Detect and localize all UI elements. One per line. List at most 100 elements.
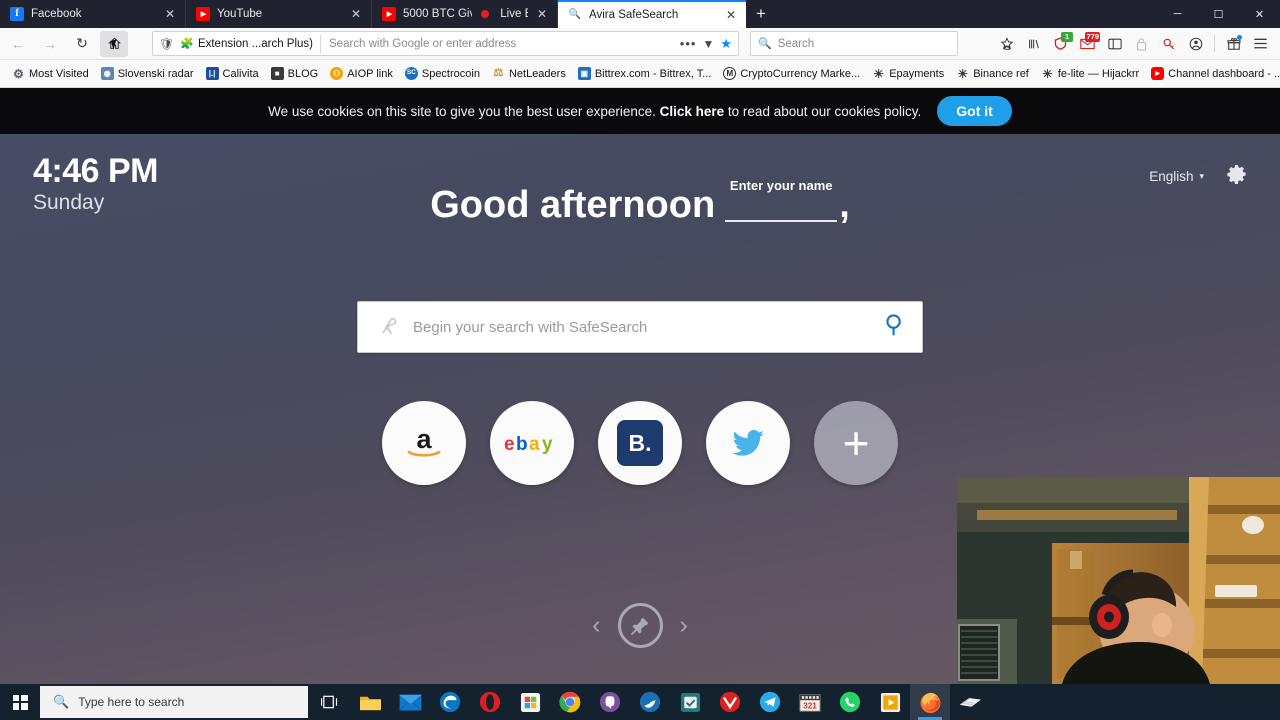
tab-facebook[interactable]: f Facebook ✕ [0, 0, 186, 28]
bookmark-bittrex[interactable]: ▣ Bittrex.com - Bittrex, T... [572, 63, 718, 85]
svg-text:e: e [504, 434, 515, 455]
home-button[interactable] [100, 30, 128, 57]
taskbar-app-calendar[interactable] [670, 684, 710, 720]
taskbar-app-calendar-321[interactable]: 321 [790, 684, 830, 720]
bookmark-aiop-link[interactable]: ⚇ AIOP link [324, 63, 399, 85]
bookmark-label: NetLeaders [508, 67, 566, 80]
avira-password-icon[interactable] [1155, 31, 1182, 57]
reload-button[interactable]: ↻ [68, 31, 96, 57]
taskbar-search-input[interactable]: Type here to search [78, 695, 184, 709]
taskbar-app-telegram[interactable] [750, 684, 790, 720]
gift-icon[interactable] [1220, 31, 1247, 57]
avira-shield-icon[interactable]: 1 [1047, 31, 1074, 57]
search-icon: 🔍 [758, 38, 772, 50]
bookmark-fe-lite-hijackrr[interactable]: ☀ fe-lite — Hijackrr [1035, 63, 1145, 85]
library-icon[interactable] [1020, 31, 1047, 57]
svg-text:y: y [542, 434, 553, 455]
tile-ebay[interactable]: e b a y [490, 401, 574, 485]
cookie-text-after: to read about our cookies policy. [724, 103, 922, 119]
mail-notifier-icon[interactable]: 779 [1074, 31, 1101, 57]
taskbar-app-skype[interactable] [630, 684, 670, 720]
svg-text:321: 321 [803, 701, 817, 710]
telegram-icon [759, 691, 781, 713]
pin-button[interactable] [617, 603, 663, 648]
save-to-pocket-icon[interactable] [993, 31, 1020, 57]
account-icon[interactable] [1182, 31, 1209, 57]
taskbar-app-viber[interactable] [590, 684, 630, 720]
sidebar-icon[interactable] [1101, 31, 1128, 57]
webcam-video [957, 477, 1280, 684]
minimize-button[interactable]: ─ [1157, 0, 1198, 28]
taskbar-app-file-explorer[interactable] [350, 684, 390, 720]
taskbar-app-microsoft-store[interactable] [510, 684, 550, 720]
taskbar-app-firefox[interactable] [910, 684, 950, 720]
bookmark-binance-ref[interactable]: ☀ Binance ref [950, 63, 1035, 85]
star-icon: ⚙ [13, 66, 24, 81]
bookmark-calivita[interactable]: |.| Calivita [200, 63, 265, 85]
bookmark-star-icon[interactable]: ★ [720, 36, 732, 52]
tile-amazon[interactable]: a [382, 401, 466, 485]
tab-strip: f Facebook ✕ YouTube ✕ 5000 BTC Giveaway… [0, 0, 1280, 28]
bookmark-spectrocoin[interactable]: SC Spectrocoin [399, 63, 486, 85]
lock-icon[interactable] [1128, 31, 1155, 57]
language-label: English [1149, 169, 1194, 184]
taskbar-app-edge[interactable] [430, 684, 470, 720]
file-explorer-icon [359, 696, 381, 710]
tab-youtube[interactable]: YouTube ✕ [186, 0, 372, 28]
safesearch-input[interactable]: Begin your search with SafeSearch [413, 319, 883, 336]
menu-icon[interactable] [1247, 31, 1274, 57]
taskbar-app-mail[interactable] [390, 684, 430, 720]
carousel-prev-button[interactable]: ‹ [592, 613, 600, 638]
bookmark-epayments[interactable]: ☀ Epayments [866, 63, 950, 85]
taskbar-app-media-player[interactable] [870, 684, 910, 720]
bookmark-blog[interactable]: ■ BLOG [265, 63, 325, 85]
maximize-button[interactable]: ☐ [1198, 0, 1239, 28]
extension-chip[interactable]: 🧩 Extension ...arch Plus) [180, 34, 321, 53]
toolbar-search[interactable]: 🔍 Search [750, 31, 958, 56]
forward-button[interactable]: → [36, 31, 64, 57]
close-icon[interactable]: ✕ [724, 8, 738, 22]
page-actions-icon[interactable]: ••• [680, 36, 697, 51]
cookie-policy-link[interactable]: Click here [660, 104, 725, 119]
taskbar-app-opera[interactable] [470, 684, 510, 720]
taskbar-search[interactable]: 🔍 Type here to search [40, 686, 308, 718]
task-view-button[interactable] [308, 684, 350, 720]
taskbar-app-book-reader[interactable] [950, 684, 990, 720]
bookmark-channel-dashboard[interactable]: ▶ Channel dashboard - ... [1145, 63, 1280, 85]
new-tab-button[interactable]: + [746, 0, 776, 28]
tile-twitter[interactable] [706, 401, 790, 485]
back-button[interactable]: ← [4, 31, 32, 57]
page-content: We use cookies on this site to give you … [0, 88, 1280, 684]
address-input[interactable]: Search with Google or enter address [327, 38, 674, 50]
search-input[interactable]: Search [778, 38, 814, 50]
start-button[interactable] [0, 684, 40, 720]
bookmark-slovenski-radar[interactable]: ◉ Slovenski radar [95, 63, 200, 85]
tab-avira-safesearch[interactable]: 🔍 Avira SafeSearch ✕ [558, 0, 746, 28]
address-bar[interactable]: 🛡 🧩 Extension ...arch Plus) Search with … [152, 31, 739, 56]
close-icon[interactable]: ✕ [535, 7, 549, 21]
got-it-button[interactable]: Got it [937, 96, 1012, 126]
pocket-icon[interactable]: ▼ [702, 37, 714, 51]
language-selector[interactable]: English ▾ [1149, 169, 1204, 184]
close-icon[interactable]: ✕ [349, 7, 363, 21]
shield-icon[interactable]: 🛡 [159, 37, 174, 51]
close-icon[interactable]: ✕ [163, 7, 177, 21]
carousel-next-button[interactable]: › [680, 613, 688, 638]
avira-icon: 🔍 [568, 9, 582, 20]
bookmark-cryptocurrency-market[interactable]: M CryptoCurrency Marke... [717, 63, 866, 85]
safesearch-box[interactable]: Begin your search with SafeSearch [357, 301, 923, 353]
taskbar-app-chrome[interactable] [550, 684, 590, 720]
tile-booking[interactable]: B. [598, 401, 682, 485]
bookmark-netleaders[interactable]: ⚖ NetLeaders [486, 63, 572, 85]
taskbar-app-vivaldi[interactable] [710, 684, 750, 720]
magnifier-icon[interactable] [883, 312, 908, 342]
taskbar-app-whatsapp[interactable] [830, 684, 870, 720]
tile-add-shortcut[interactable]: + [814, 401, 898, 485]
tab-btc-giveaway[interactable]: 5000 BTC Giveaway Live Bro ✕ [372, 0, 558, 28]
name-input-wrap[interactable]: Enter your name [725, 178, 838, 224]
booking-icon: B. [617, 420, 663, 466]
name-input[interactable] [725, 220, 838, 222]
bookmarks-bar: ⚙ Most Visited ◉ Slovenski radar |.| Cal… [0, 60, 1280, 88]
close-window-button[interactable]: ✕ [1239, 0, 1280, 28]
bookmark-most-visited[interactable]: ⚙ Most Visited [6, 63, 95, 85]
